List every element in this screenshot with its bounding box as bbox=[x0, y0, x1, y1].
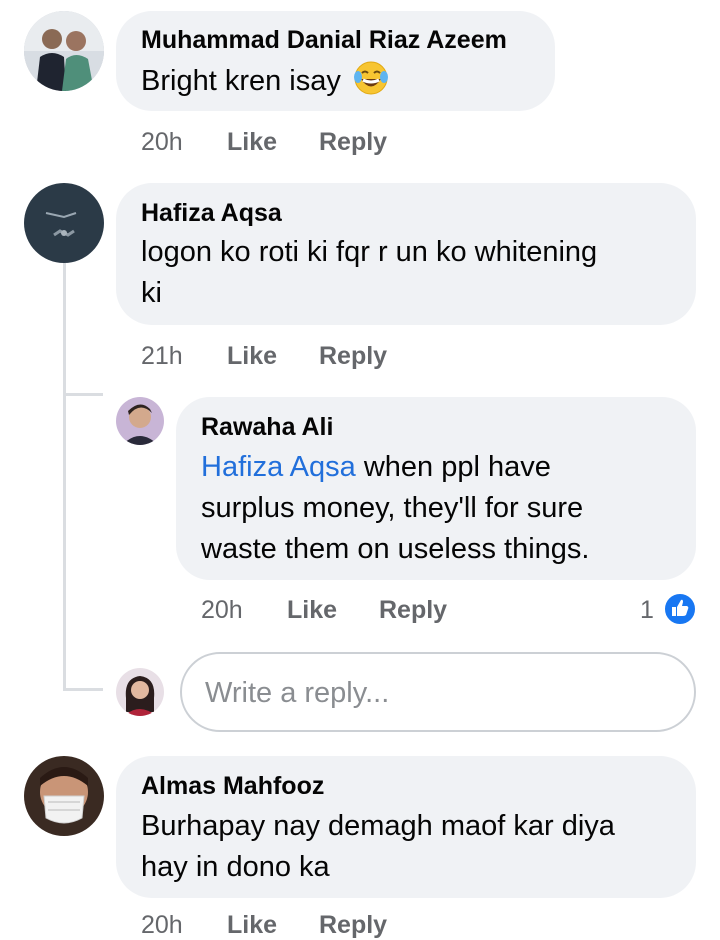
avatar-photo bbox=[24, 183, 104, 263]
comment-timestamp[interactable]: 20h bbox=[141, 911, 183, 940]
avatar-photo bbox=[24, 756, 104, 836]
avatar-rawaha-ali[interactable] bbox=[116, 397, 164, 445]
like-button[interactable]: Like bbox=[227, 911, 277, 940]
thread-connector-branch bbox=[63, 393, 103, 396]
comment-author-name[interactable]: Muhammad Danial Riaz Azeem bbox=[141, 26, 507, 55]
comment-text-line: ki bbox=[141, 277, 162, 309]
comment-text-content: Bright kren isay bbox=[141, 65, 341, 97]
thread-connector-branch bbox=[63, 688, 103, 691]
comment-author-name[interactable]: Hafiza Aqsa bbox=[141, 199, 282, 228]
comment-text-line: Burhapay nay demagh maof kar diya bbox=[141, 810, 615, 842]
like-button[interactable]: Like bbox=[227, 342, 277, 371]
reply-author-name[interactable]: Rawaha Ali bbox=[201, 413, 333, 442]
reply-button[interactable]: Reply bbox=[319, 128, 387, 157]
reply-button[interactable]: Reply bbox=[319, 342, 387, 371]
avatar-hafiza-aqsa[interactable] bbox=[24, 183, 104, 263]
like-button[interactable]: Like bbox=[227, 128, 277, 157]
laughing-tears-emoji-icon bbox=[353, 60, 389, 108]
avatar-almas-mahfooz[interactable] bbox=[24, 756, 104, 836]
comment-author-name[interactable]: Almas Mahfooz bbox=[141, 772, 324, 801]
thumbs-up-icon[interactable] bbox=[663, 592, 697, 626]
reply-text-line: surplus money, they'll for sure bbox=[201, 492, 584, 524]
mention-link[interactable]: Hafiza Aqsa bbox=[201, 451, 356, 483]
comment-timestamp[interactable]: 21h bbox=[141, 342, 183, 371]
comment-text: Bright kren isay bbox=[141, 60, 389, 108]
write-reply-placeholder: Write a reply... bbox=[205, 677, 390, 709]
avatar-photo bbox=[24, 11, 104, 91]
reply-button[interactable]: Reply bbox=[319, 911, 387, 940]
current-user-avatar bbox=[116, 668, 164, 716]
avatar-photo bbox=[116, 668, 164, 716]
like-button[interactable]: Like bbox=[287, 596, 337, 625]
reply-text-line: Hafiza Aqsa when ppl have bbox=[201, 447, 551, 488]
reply-timestamp[interactable]: 20h bbox=[201, 596, 243, 625]
comment-text-line: hay in dono ka bbox=[141, 851, 330, 883]
reply-text-content: when ppl have bbox=[355, 451, 551, 483]
comment-timestamp[interactable]: 20h bbox=[141, 128, 183, 157]
comment-text-line: logon ko roti ki fqr r un ko whitening bbox=[141, 236, 598, 268]
reply-text-line: waste them on useless things. bbox=[201, 533, 590, 565]
avatar-muhammad-danial[interactable] bbox=[24, 11, 104, 91]
reaction-count[interactable]: 1 bbox=[640, 596, 654, 625]
thread-connector-line bbox=[63, 263, 66, 691]
avatar-photo bbox=[116, 397, 164, 445]
reply-button[interactable]: Reply bbox=[379, 596, 447, 625]
